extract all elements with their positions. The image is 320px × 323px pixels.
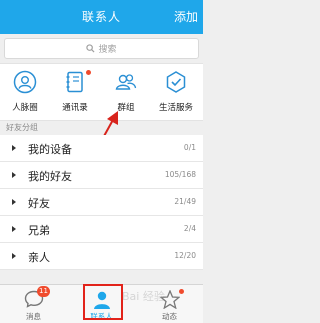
group-count: 105/168 bbox=[164, 170, 196, 179]
group-name: 我的设备 bbox=[28, 143, 72, 156]
feature-label: 人脉圈 bbox=[12, 103, 38, 113]
feature-shenghuofuwu[interactable]: 生活服务 bbox=[151, 64, 201, 120]
add-button[interactable]: 添加 bbox=[174, 8, 198, 25]
group-name: 兄弟 bbox=[28, 224, 50, 237]
group-row[interactable]: 好友 21/49 bbox=[0, 189, 203, 216]
group-row[interactable]: 我的好友 105/168 bbox=[0, 162, 203, 189]
new-indicator-dot bbox=[86, 70, 91, 75]
group-row[interactable]: 我的设备 0/1 bbox=[0, 135, 203, 162]
expand-arrow-icon bbox=[12, 226, 16, 232]
address-book-icon bbox=[66, 71, 83, 93]
search-placeholder: 搜索 bbox=[98, 45, 117, 55]
group-row[interactable]: 兄弟 2/4 bbox=[0, 216, 203, 243]
watermark-text: Bai 经验 bbox=[122, 290, 165, 303]
highlight-box bbox=[83, 284, 123, 320]
group-row[interactable]: 亲人 12/20 bbox=[0, 243, 203, 270]
group-name: 亲人 bbox=[28, 251, 50, 264]
group-count: 2/4 bbox=[183, 224, 196, 233]
feature-label: 生活服务 bbox=[158, 103, 193, 113]
group-name: 好友 bbox=[28, 197, 50, 210]
group-count: 12/20 bbox=[174, 251, 196, 260]
search-bar: 搜索 bbox=[0, 34, 203, 62]
feature-renmaiquan[interactable]: 人脉圈 bbox=[0, 64, 50, 120]
group-count: 21/49 bbox=[174, 197, 196, 206]
new-indicator-dot bbox=[179, 289, 184, 294]
face-circle-icon bbox=[13, 70, 37, 94]
group-icon bbox=[115, 74, 137, 90]
tab-messages[interactable]: 消息 bbox=[0, 285, 67, 323]
friend-group-list: 我的设备 0/1 我的好友 105/168 好友 21/49 兄弟 2/4 亲人… bbox=[0, 135, 203, 270]
search-icon bbox=[86, 44, 95, 53]
group-name: 我的好友 bbox=[28, 170, 72, 183]
top-bar: 联系人 添加 bbox=[0, 0, 203, 34]
tab-label: 动态 bbox=[162, 312, 177, 321]
tab-label: 消息 bbox=[26, 312, 41, 321]
expand-arrow-icon bbox=[12, 253, 16, 259]
group-count: 0/1 bbox=[183, 143, 196, 152]
expand-arrow-icon bbox=[12, 172, 16, 178]
page-title: 联系人 bbox=[81, 10, 121, 24]
unread-badge: 11 bbox=[37, 286, 50, 297]
search-input[interactable]: 搜索 bbox=[4, 38, 199, 59]
section-label: 好友分组 bbox=[6, 123, 38, 132]
service-shield-icon bbox=[166, 71, 186, 93]
expand-arrow-icon bbox=[12, 145, 16, 151]
expand-arrow-icon bbox=[12, 199, 16, 205]
